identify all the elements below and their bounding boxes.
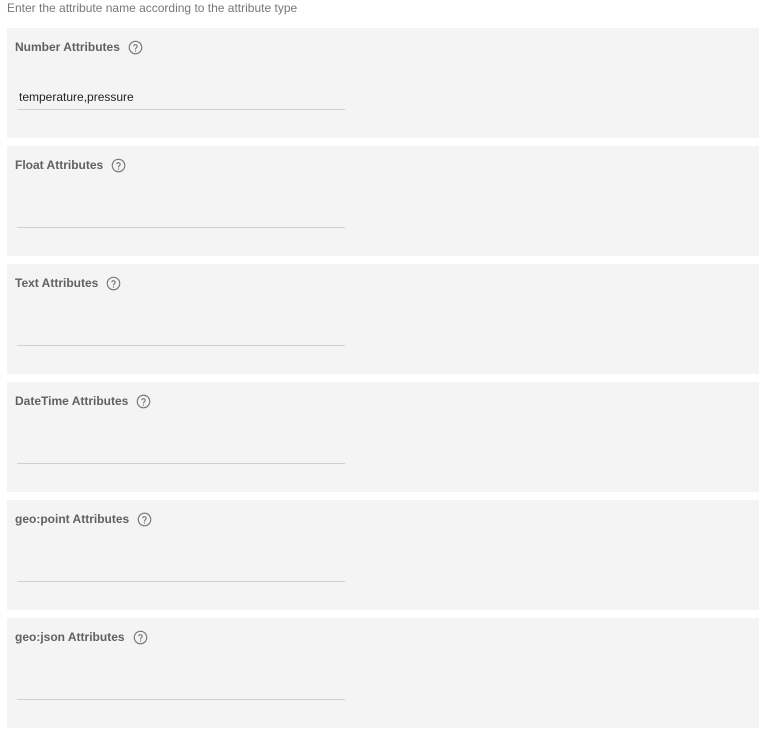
geo-json-attributes-title: geo:json Attributes	[15, 630, 125, 644]
help-icon[interactable]	[128, 40, 143, 55]
float-attributes-input[interactable]	[17, 202, 345, 228]
help-icon[interactable]	[106, 276, 121, 291]
datetime-attributes-title: DateTime Attributes	[15, 394, 129, 408]
geo-point-attributes-panel: geo:point Attributes	[7, 500, 759, 610]
datetime-attributes-panel: DateTime Attributes	[7, 382, 759, 492]
text-attributes-title: Text Attributes	[15, 276, 99, 290]
help-icon[interactable]	[111, 158, 126, 173]
help-icon[interactable]	[133, 630, 148, 645]
float-attributes-panel: Float Attributes	[7, 146, 759, 256]
text-attributes-input[interactable]	[17, 320, 345, 346]
help-icon[interactable]	[136, 394, 151, 409]
text-attributes-panel: Text Attributes	[7, 264, 759, 374]
number-attributes-input[interactable]	[17, 84, 345, 110]
geo-json-attributes-panel: geo:json Attributes	[7, 618, 759, 728]
number-attributes-panel: Number Attributes	[7, 28, 759, 138]
geo-point-attributes-input[interactable]	[17, 556, 345, 582]
float-attributes-title: Float Attributes	[15, 158, 104, 172]
number-attributes-title: Number Attributes	[15, 40, 120, 54]
attribute-hint: Enter the attribute name according to th…	[7, 1, 298, 15]
geo-point-attributes-title: geo:point Attributes	[15, 512, 130, 526]
datetime-attributes-input[interactable]	[17, 438, 345, 464]
geo-json-attributes-input[interactable]	[17, 674, 345, 700]
help-icon[interactable]	[137, 512, 152, 527]
